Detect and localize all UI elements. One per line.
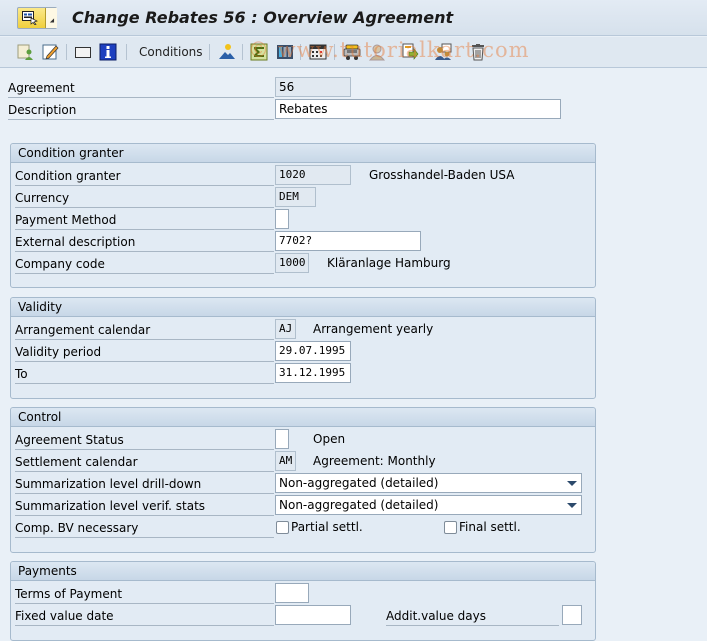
arrangement-calendar-label: Arrangement calendar [15,320,274,340]
info-icon[interactable] [99,43,117,61]
edit-icon[interactable] [42,43,60,61]
arrangement-calendar-field: AJ [275,319,296,339]
drilldown-select[interactable]: Non-aggregated (detailed) [275,473,582,493]
final-settl-label: Final settl. [459,520,521,534]
agreement-status-field[interactable] [275,429,289,449]
condition-granter-header: Condition granter [11,144,595,163]
blank-screen-icon[interactable] [74,43,92,61]
people-icon[interactable] [434,43,452,61]
validity-period-label: Validity period [15,342,274,362]
verif-stats-label: Summarization level verif. stats [15,496,274,516]
sum-icon[interactable] [250,43,268,61]
fixed-value-date-label: Fixed value date [15,606,274,626]
condition-granter-label: Condition granter [15,166,274,186]
chevron-down-icon[interactable] [567,481,577,486]
toolbar-separator [66,44,67,60]
final-settl-checkbox[interactable] [444,521,457,534]
menu-icon [22,11,38,25]
external-description-field[interactable]: 7702? [275,231,421,251]
payments-header: Payments [11,562,595,581]
drilldown-select-value: Non-aggregated (detailed) [279,476,439,490]
partial-settl-checkbox[interactable] [276,521,289,534]
conditions-button[interactable]: Conditions [139,45,203,59]
toolbar-separator [334,44,335,60]
chevron-down-icon[interactable] [567,503,577,508]
menu-dropdown-toggle[interactable] [45,8,57,28]
vehicle-icon[interactable] [343,43,361,61]
partner-icon[interactable] [218,43,236,61]
terms-of-payment-label: Terms of Payment [15,584,274,604]
toolbar-separator [126,44,127,60]
addit-value-days-label: Addit.value days [386,606,559,626]
settlement-calendar-text: Agreement: Monthly [313,454,436,468]
validity-header: Validity [11,298,595,317]
settlement-calendar-field: AM [275,451,296,471]
settlement-calendar-label: Settlement calendar [15,452,274,472]
company-code-field: 1000 [275,253,309,273]
payment-method-field[interactable] [275,209,289,229]
external-description-label: External description [15,232,274,252]
description-field[interactable]: Rebates [275,99,561,119]
calendar-icon[interactable] [309,43,327,61]
partial-settl-label: Partial settl. [291,520,363,534]
arrangement-calendar-text: Arrangement yearly [313,322,434,336]
currency-label: Currency [15,188,274,208]
comp-bv-label: Comp. BV necessary [15,518,274,538]
trash-icon[interactable] [469,43,487,61]
currency-field: DEM [275,187,316,207]
document-export-icon[interactable] [401,43,419,61]
terms-of-payment-field[interactable] [275,583,309,603]
page-title: Change Rebates 56 : Overview Agreement [72,8,454,27]
toolbar-separator [242,44,243,60]
agreement-field: 56 [275,77,351,97]
validity-from-field[interactable]: 29.07.1995 [275,341,351,361]
display-change-icon[interactable] [17,43,35,61]
description-label: Description [8,100,274,120]
agreement-status-label: Agreement Status [15,430,274,450]
toolbar-separator [209,44,210,60]
validity-to-label: To [15,364,274,384]
verif-stats-select-value: Non-aggregated (detailed) [279,498,439,512]
agreement-status-text: Open [313,432,346,446]
condition-granter-field: 1020 [275,165,351,185]
validity-to-field[interactable]: 31.12.1995 [275,363,351,383]
menu-button[interactable] [17,7,57,29]
control-header: Control [11,408,595,427]
condition-granter-name: Grosshandel-Baden USA [369,168,515,182]
addit-value-days-field[interactable] [562,605,582,625]
columns-icon[interactable] [276,43,294,61]
company-code-label: Company code [15,254,274,274]
drilldown-label: Summarization level drill-down [15,474,274,494]
application-toolbar: Conditions [0,37,707,68]
user-icon[interactable] [368,43,386,61]
company-name: Kläranlage Hamburg [327,256,451,270]
verif-stats-select[interactable]: Non-aggregated (detailed) [275,495,582,515]
title-bar: Change Rebates 56 : Overview Agreement [0,0,707,36]
agreement-label: Agreement [8,78,274,98]
payment-method-label: Payment Method [15,210,274,230]
fixed-value-date-field[interactable] [275,605,351,625]
toolbar-separator [300,44,301,60]
